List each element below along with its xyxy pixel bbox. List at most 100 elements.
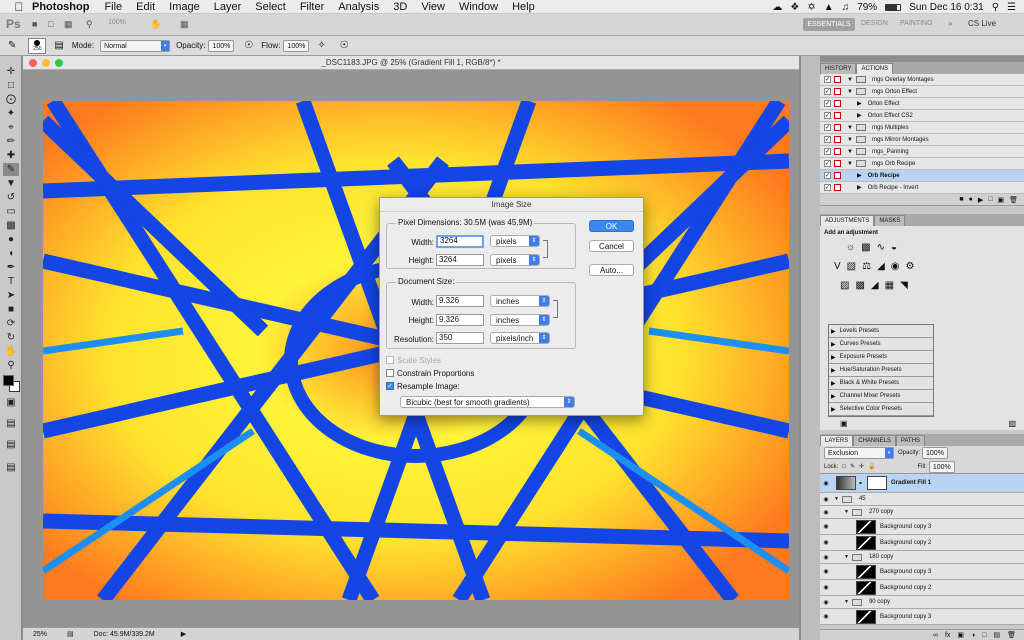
dialog-toggle-box[interactable] bbox=[834, 112, 841, 119]
action-enabled-checkbox[interactable]: ✓ bbox=[824, 100, 831, 107]
action-row[interactable]: ✓ ▶ Orton Effect CS2 bbox=[820, 110, 1024, 122]
photo-filter-icon[interactable]: ◉ bbox=[891, 261, 900, 272]
crop-tool-icon[interactable]: ⌖ bbox=[3, 121, 19, 134]
type-tool-icon[interactable]: T bbox=[3, 275, 19, 288]
record-icon[interactable]: ● bbox=[969, 196, 973, 203]
path-select-icon[interactable]: ➤ bbox=[3, 289, 19, 302]
adjust-options-icon[interactable]: ▨ bbox=[1008, 419, 1016, 428]
3d-rotate-icon[interactable]: ⟳ bbox=[3, 317, 19, 330]
dialog-toggle-box[interactable] bbox=[834, 172, 841, 179]
pressure-size-icon[interactable]: ☉ bbox=[340, 40, 349, 51]
history-brush-icon[interactable]: ↺ bbox=[3, 191, 19, 204]
levels-icon[interactable]: ▩ bbox=[861, 242, 870, 253]
expand-triangle-icon[interactable]: ▶ bbox=[857, 112, 862, 119]
notification-icon[interactable]: ☰ bbox=[1007, 2, 1016, 13]
height-unit-select[interactable]: pixels ⇕ bbox=[490, 254, 540, 266]
move-tool-icon[interactable]: ✛ bbox=[3, 65, 19, 78]
minibridge-icon[interactable]: □ bbox=[48, 19, 53, 29]
action-row[interactable]: ✓ ▼ mgs Multiples bbox=[820, 122, 1024, 134]
resample-method-select[interactable]: Bicubic (best for smooth gradients) ⇕ bbox=[400, 396, 575, 408]
menu-select[interactable]: Select bbox=[248, 0, 293, 14]
visibility-eye-icon[interactable]: ◉ bbox=[820, 584, 832, 591]
visibility-eye-icon[interactable]: ◉ bbox=[820, 554, 832, 561]
close-window-icon[interactable] bbox=[29, 59, 37, 67]
zoom-tool-icon[interactable]: ⚲ bbox=[86, 19, 93, 30]
bridge-icon[interactable]: ■ bbox=[32, 19, 37, 29]
dialog-toggle-box[interactable] bbox=[834, 76, 841, 83]
foreground-color-swatch[interactable] bbox=[3, 375, 14, 386]
layer-row[interactable]: ◉ ▼ 270 copy bbox=[820, 506, 1024, 519]
menu-edit[interactable]: Edit bbox=[129, 0, 162, 14]
preset-item[interactable]: ▶ Channel Mixer Presets bbox=[829, 390, 933, 403]
new-layer-icon[interactable]: ▤ bbox=[993, 631, 1000, 639]
layer-row[interactable]: ◉ ▼ 45 bbox=[820, 493, 1024, 506]
invert-icon[interactable]: ▨ bbox=[840, 280, 849, 291]
hand-tool-icon[interactable]: ✋ bbox=[3, 345, 19, 358]
menu-window[interactable]: Window bbox=[452, 0, 505, 14]
pressure-opacity-icon[interactable]: ☉ bbox=[244, 40, 253, 51]
battery-icon[interactable] bbox=[885, 3, 902, 11]
spotlight-icon[interactable]: ⚲ bbox=[992, 2, 999, 13]
action-enabled-checkbox[interactable]: ✓ bbox=[824, 184, 831, 191]
doc-width-input[interactable]: 9.326 bbox=[436, 295, 484, 307]
visibility-eye-icon[interactable]: ◉ bbox=[820, 568, 832, 575]
gradient-map-icon[interactable]: ▦ bbox=[885, 280, 894, 291]
channel-mixer-icon[interactable]: ⚙ bbox=[906, 261, 915, 272]
action-row[interactable]: ✓ ▼ mgs Mirror Montages bbox=[820, 134, 1024, 146]
doc-width-unit-select[interactable]: inches ⇕ bbox=[490, 295, 550, 307]
tab-paths[interactable]: PATHS bbox=[895, 435, 926, 446]
resample-image-checkbox[interactable]: ✓ bbox=[386, 382, 394, 390]
expand-triangle-icon[interactable]: ▶ bbox=[857, 172, 862, 179]
action-enabled-checkbox[interactable]: ✓ bbox=[824, 88, 831, 95]
hand-icon[interactable]: ✋ bbox=[150, 19, 161, 30]
threshold-icon[interactable]: ◢ bbox=[871, 280, 879, 291]
layer-row[interactable]: ◉ Background copy 2 bbox=[820, 580, 1024, 596]
3d-orbit-icon[interactable]: ↻ bbox=[3, 331, 19, 344]
expand-triangle-icon[interactable]: ▶ bbox=[831, 367, 836, 374]
chain-link-icon[interactable]: ⚭ bbox=[858, 480, 863, 487]
dialog-toggle-box[interactable] bbox=[834, 148, 841, 155]
new-action-icon[interactable]: ▣ bbox=[997, 196, 1004, 204]
lock-transparency-icon[interactable]: □ bbox=[842, 464, 846, 470]
menu-layer[interactable]: Layer bbox=[207, 0, 249, 14]
fill-field[interactable]: 100% bbox=[928, 460, 955, 473]
screen-mode-icon-2[interactable]: ▤ bbox=[3, 438, 19, 451]
opacity-field[interactable]: 100% bbox=[208, 39, 235, 52]
appbar-zoom[interactable]: 100% bbox=[108, 19, 126, 26]
expand-triangle-icon[interactable]: ▼ bbox=[847, 137, 853, 143]
status-menu-icon[interactable]: ▶ bbox=[181, 630, 186, 638]
tab-adjustments[interactable]: ADJUSTMENTS bbox=[820, 215, 875, 226]
tab-actions[interactable]: ACTIONS bbox=[856, 63, 894, 74]
tab-history[interactable]: HISTORY bbox=[820, 63, 857, 74]
action-row[interactable]: ✓ ▼ mgs Orton Effect bbox=[820, 86, 1024, 98]
delete-action-icon[interactable]: 🗑 bbox=[1009, 196, 1018, 204]
tab-masks[interactable]: MASKS bbox=[874, 215, 906, 226]
layer-style-icon[interactable]: fx bbox=[945, 632, 950, 639]
delete-layer-icon[interactable]: 🗑 bbox=[1007, 631, 1016, 639]
action-enabled-checkbox[interactable]: ✓ bbox=[824, 112, 831, 119]
expand-triangle-icon[interactable]: ▼ bbox=[847, 149, 853, 155]
visibility-eye-icon[interactable]: ◉ bbox=[820, 480, 832, 487]
clone-stamp-icon[interactable]: ▼ bbox=[3, 177, 19, 190]
expand-triangle-icon[interactable]: ▼ bbox=[844, 599, 849, 605]
layer-opacity-field[interactable]: 100% bbox=[922, 447, 948, 459]
expand-triangle-icon[interactable]: ▶ bbox=[857, 184, 862, 191]
color-balance-icon[interactable]: ⚖ bbox=[862, 261, 871, 272]
new-group-icon[interactable]: □ bbox=[982, 632, 986, 639]
brush-picker[interactable]: 250 bbox=[28, 37, 47, 54]
expand-triangle-icon[interactable]: ▶ bbox=[831, 341, 836, 348]
scale-styles-checkbox[interactable] bbox=[386, 356, 394, 364]
doc-height-input[interactable]: 9.326 bbox=[436, 314, 484, 326]
visibility-eye-icon[interactable]: ◉ bbox=[820, 539, 832, 546]
shape-tool-icon[interactable]: ■ bbox=[3, 303, 19, 316]
document-title-bar[interactable]: _DSC1183.JPG @ 25% (Gradient Fill 1, RGB… bbox=[23, 56, 799, 70]
link-layers-icon[interactable]: ∞ bbox=[933, 632, 938, 639]
airbrush-icon[interactable]: ✧ bbox=[317, 40, 325, 51]
menu-view[interactable]: View bbox=[414, 0, 452, 14]
zoom-tool-icon[interactable]: ⚲ bbox=[3, 359, 19, 372]
eyedropper-tool-icon[interactable]: ✏ bbox=[3, 135, 19, 148]
layer-row[interactable]: ◉ Background copy 3 bbox=[820, 564, 1024, 580]
expand-triangle-icon[interactable]: ▶ bbox=[831, 328, 836, 335]
tab-layers[interactable]: LAYERS bbox=[820, 435, 854, 446]
menu-help[interactable]: Help bbox=[505, 0, 542, 14]
